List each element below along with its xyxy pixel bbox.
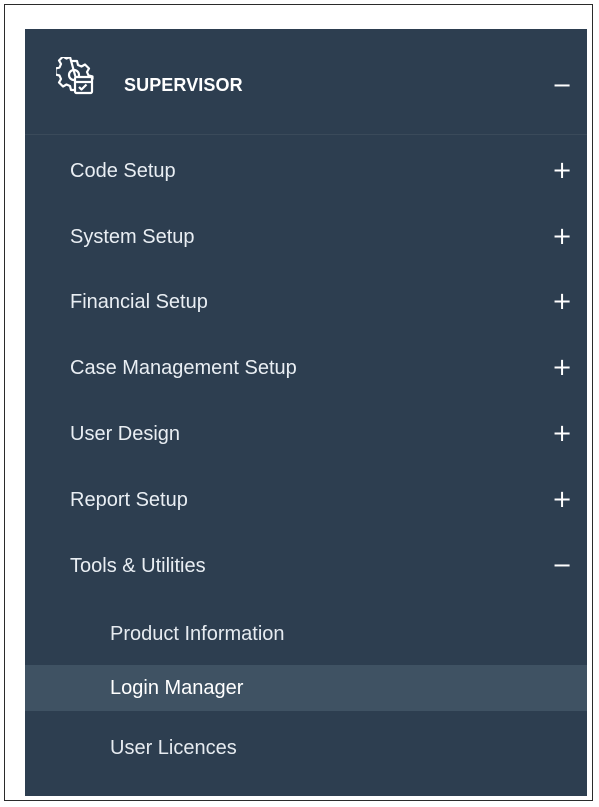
menu-item-label: Code Setup [70,160,176,182]
menu-item-label: System Setup [70,226,195,248]
submenu-item-product-information[interactable]: Product Information [25,611,587,657]
expand-icon[interactable]: + [551,355,573,379]
window-frame: SUPERVISOR − Code Setup + System Setup +… [4,4,593,801]
submenu-item-label: Login Manager [110,677,244,699]
menu-item-label: User Design [70,423,181,445]
menu-item-code-setup[interactable]: Code Setup + [25,150,587,192]
supervisor-header[interactable]: SUPERVISOR − [25,29,587,135]
collapse-icon[interactable]: − [551,553,573,577]
submenu-item-user-licences[interactable]: User Licences [25,725,587,771]
collapse-icon[interactable]: − [551,73,573,97]
gear-checklist-icon [56,57,94,95]
menu-item-case-management-setup[interactable]: Case Management Setup + [25,347,587,389]
supervisor-title: SUPERVISOR [124,75,243,95]
expand-icon[interactable]: + [551,224,573,248]
menu-item-label: Tools & Utilities [70,555,206,577]
menu-item-system-setup[interactable]: System Setup + [25,216,587,258]
menu-item-label: Financial Setup [70,291,208,313]
submenu-item-label: User Licences [110,737,237,759]
menu-item-user-design[interactable]: User Design + [25,413,587,455]
expand-icon[interactable]: + [551,421,573,445]
expand-icon[interactable]: + [551,158,573,182]
submenu-item-label: Product Information [110,623,285,645]
menu-item-report-setup[interactable]: Report Setup + [25,479,587,521]
menu-item-label: Case Management Setup [70,357,297,379]
menu-item-financial-setup[interactable]: Financial Setup + [25,281,587,323]
expand-icon[interactable]: + [551,487,573,511]
submenu-item-login-manager[interactable]: Login Manager [25,665,587,711]
menu-item-tools-utilities[interactable]: Tools & Utilities − [25,545,587,587]
expand-icon[interactable]: + [551,289,573,313]
supervisor-menu: SUPERVISOR − Code Setup + System Setup +… [25,29,587,796]
menu-item-label: Report Setup [70,489,188,511]
